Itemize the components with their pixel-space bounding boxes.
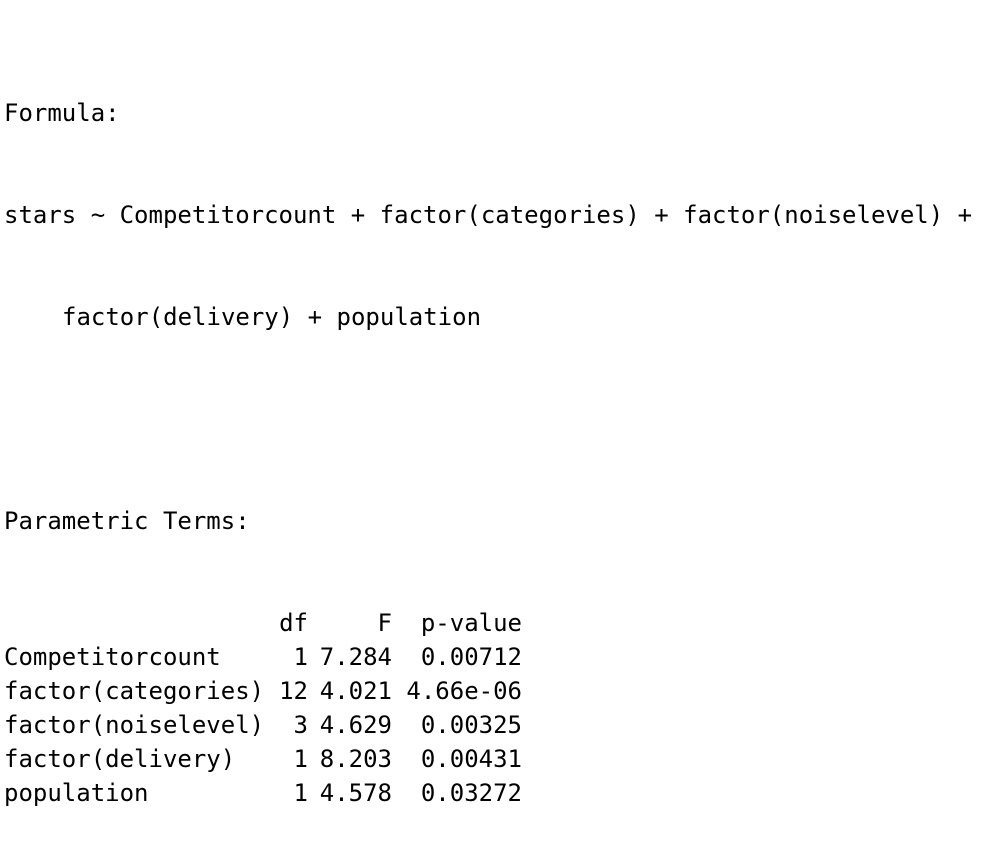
table-row: factor(delivery) 1 8.203 0.00431 [4,742,522,776]
term-name: factor(noiselevel) [4,711,265,739]
term-name: Competitorcount [4,643,221,671]
header-term [4,606,266,640]
formula-line-1: stars ~ Competitorcount + factor(categor… [4,201,973,229]
header-df: df [279,609,308,637]
term-f: 4.578 [319,779,392,807]
term-df: 3 [293,711,308,739]
table-row: population 1 4.578 0.03272 [4,776,522,810]
term-p-value: 0.00712 [420,643,522,671]
header-f: F [377,609,392,637]
term-df: 12 [279,677,308,705]
term-df: 1 [293,779,308,807]
table-row: factor(noiselevel) 3 4.629 0.00325 [4,708,522,742]
term-p-value: 0.03272 [420,779,522,807]
term-df: 1 [293,745,308,773]
parametric-terms-table: df F p-value Competitorcount 1 7.284 0.0… [4,606,522,810]
term-p-value: 0.00431 [420,745,522,773]
term-name: factor(delivery) [4,745,236,773]
formula-label: Formula: [4,99,120,127]
term-f: 4.021 [319,677,392,705]
formula-line-2: factor(delivery) + population [62,303,482,331]
table-header-row: df F p-value [4,606,522,640]
parametric-terms-label: Parametric Terms: [4,507,250,535]
term-name: factor(categories) [4,677,265,705]
term-df: 1 [293,643,308,671]
header-p-value: p-value [420,609,522,637]
term-f: 8.203 [319,745,392,773]
term-p-value: 0.00325 [420,711,522,739]
term-f: 7.284 [319,643,392,671]
term-name: population [4,779,149,807]
term-p-value: 4.66e-06 [406,677,522,705]
table-row: Competitorcount 1 7.284 0.00712 [4,640,522,674]
term-f: 4.629 [319,711,392,739]
table-row: factor(categories) 12 4.021 4.66e-06 [4,674,522,708]
console-output: Formula: stars ~ Competitorcount + facto… [4,28,972,844]
